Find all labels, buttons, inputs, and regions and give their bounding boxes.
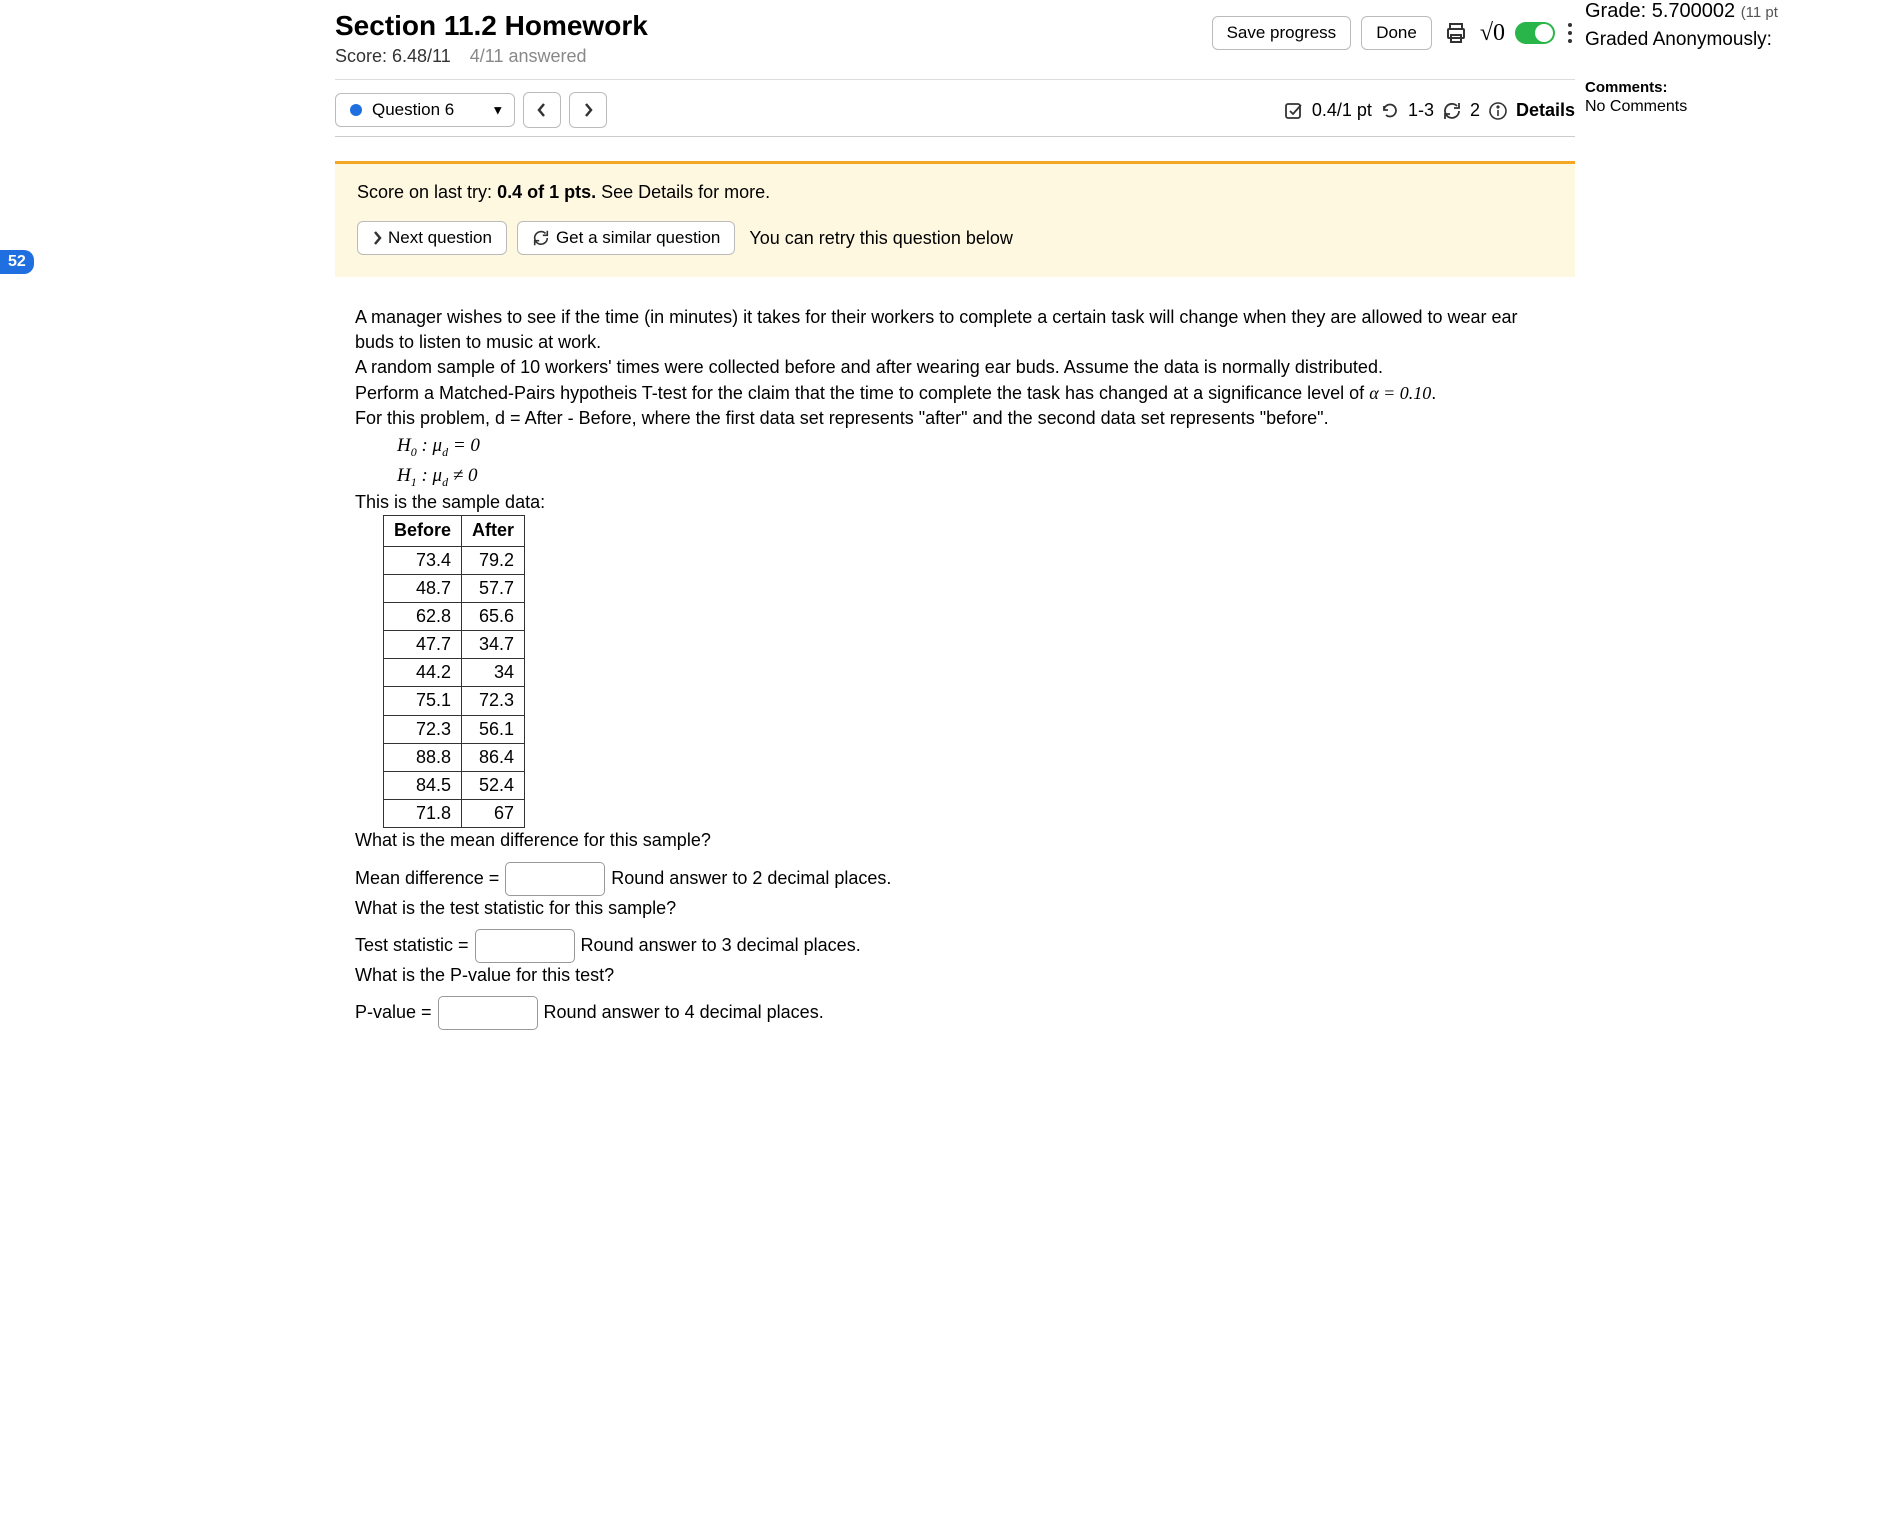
table-row: 73.479.2 — [384, 546, 525, 574]
table-row: 62.865.6 — [384, 602, 525, 630]
q-test-stat: What is the test statistic for this samp… — [355, 896, 1555, 921]
graded-anonymously: Graded Anonymously: — [1585, 29, 1875, 51]
more-menu-icon[interactable] — [1565, 19, 1575, 47]
problem-p3: Perform a Matched-Pairs hypotheis T-test… — [355, 381, 1555, 406]
test-stat-round: Round answer to 3 decimal places. — [581, 933, 861, 958]
done-button[interactable]: Done — [1361, 16, 1432, 50]
save-progress-button[interactable]: Save progress — [1212, 16, 1352, 50]
score-label: Score: 6.48/11 — [335, 46, 451, 66]
p-value-round: Round answer to 4 decimal places. — [544, 1000, 824, 1025]
p-value-input[interactable] — [438, 996, 538, 1030]
question-selector[interactable]: Question 6 ▼ — [335, 93, 515, 127]
sample-data-label: This is the sample data: — [355, 490, 1555, 515]
table-row: 84.552.4 — [384, 772, 525, 800]
undo-icon — [1380, 99, 1400, 120]
hypothesis-alt: H1 : μd ≠ 0 — [397, 463, 1555, 491]
comments-heading: Comments: — [1585, 79, 1875, 96]
table-row: 47.734.7 — [384, 631, 525, 659]
problem-p2: A random sample of 10 workers' times wer… — [355, 355, 1555, 380]
grade-sidebar: Grade: 5.700002 (11 pt Graded Anonymousl… — [1585, 0, 1875, 116]
problem-p1: A manager wishes to see if the time (in … — [355, 305, 1555, 355]
status-dot-icon — [350, 104, 362, 116]
info-icon — [1488, 99, 1508, 120]
details-link[interactable]: Details — [1516, 100, 1575, 121]
table-row: 72.356.1 — [384, 715, 525, 743]
similar-question-label: Get a similar question — [556, 228, 720, 248]
last-try-box: Score on last try: 0.4 of 1 pts. See Det… — [335, 164, 1575, 277]
next-question-action-button[interactable]: Next question — [357, 221, 507, 255]
retries-label: 2 — [1470, 100, 1480, 121]
col-before: Before — [384, 516, 462, 546]
hypothesis-null: H0 : μd = 0 — [397, 433, 1555, 461]
table-row: 88.886.4 — [384, 743, 525, 771]
retry-text: You can retry this question below — [749, 228, 1013, 249]
retry-icon — [1442, 99, 1462, 120]
score-try-suffix: See Details for more. — [601, 182, 770, 202]
table-row: 71.867 — [384, 800, 525, 828]
toggle-switch[interactable] — [1515, 22, 1555, 44]
mean-diff-round: Round answer to 2 decimal places. — [611, 866, 891, 891]
no-comments: No Comments — [1585, 98, 1875, 116]
test-stat-input[interactable] — [475, 929, 575, 963]
question-body: A manager wishes to see if the time (in … — [335, 277, 1575, 1030]
problem-p4: For this problem, d = After - Before, wh… — [355, 406, 1555, 431]
next-question-button[interactable] — [569, 92, 607, 128]
prev-question-button[interactable] — [523, 92, 561, 128]
test-stat-label: Test statistic = — [355, 933, 469, 958]
chevron-down-icon: ▼ — [491, 103, 504, 118]
sample-data-table: Before After 73.479.248.757.762.865.647.… — [383, 515, 525, 828]
check-icon — [1284, 99, 1304, 120]
score-try-value: 0.4 of 1 pts. — [497, 182, 596, 202]
mean-diff-label: Mean difference = — [355, 866, 499, 891]
q-p-value: What is the P-value for this test? — [355, 963, 1555, 988]
similar-question-button[interactable]: Get a similar question — [517, 221, 735, 255]
answered-count: 4/11 answered — [470, 46, 587, 66]
calculator-icon[interactable]: √0 — [1480, 20, 1505, 47]
tries-label: 1-3 — [1408, 100, 1434, 121]
table-row: 48.757.7 — [384, 574, 525, 602]
question-label: Question 6 — [372, 100, 454, 120]
grade-label: Grade: 5.700002 — [1585, 0, 1735, 22]
page-title: Section 11.2 Homework — [335, 10, 648, 42]
p-value-label: P-value = — [355, 1000, 432, 1025]
next-question-label: Next question — [388, 228, 492, 248]
col-after: After — [462, 516, 525, 546]
side-badge[interactable]: 52 — [0, 250, 34, 274]
q-mean-diff: What is the mean difference for this sam… — [355, 828, 1555, 853]
table-row: 44.234 — [384, 659, 525, 687]
score-try-prefix: Score on last try: — [357, 182, 497, 202]
mean-diff-input[interactable] — [505, 862, 605, 896]
grade-points: (11 pt — [1741, 4, 1778, 21]
table-row: 75.172.3 — [384, 687, 525, 715]
print-icon[interactable] — [1442, 19, 1470, 47]
points-label: 0.4/1 pt — [1312, 100, 1372, 121]
